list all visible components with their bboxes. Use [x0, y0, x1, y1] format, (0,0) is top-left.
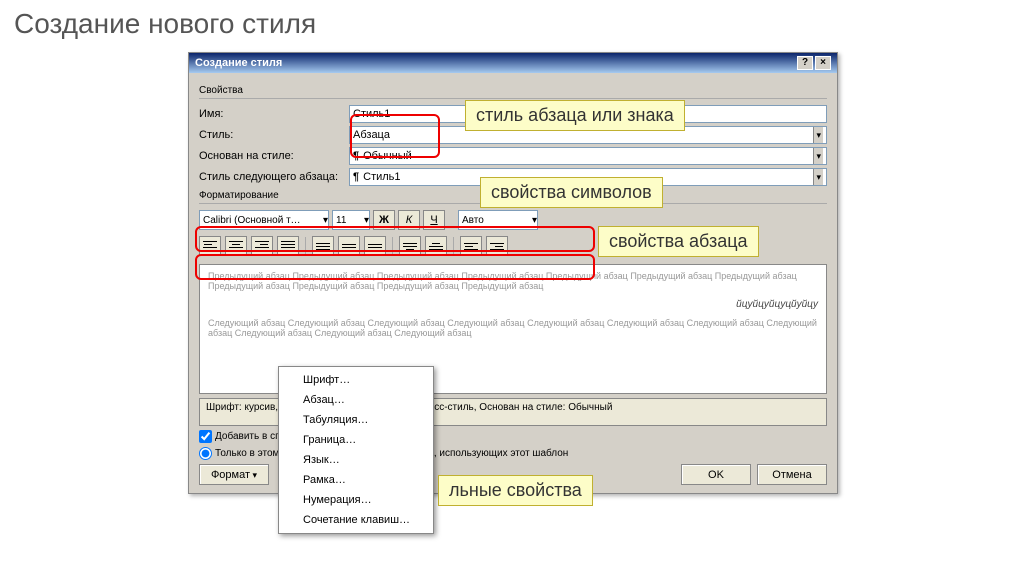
menu-frame[interactable]: Рамка…: [279, 470, 433, 490]
style-type-label: Стиль:: [199, 129, 349, 141]
callout-style-type: стиль абзаца или знака: [465, 100, 685, 131]
ok-button[interactable]: OK: [681, 464, 751, 485]
close-button[interactable]: ×: [815, 56, 831, 70]
format-menu: Шрифт… Абзац… Табуляция… Граница… Язык… …: [278, 366, 434, 534]
size-select[interactable]: 11▾: [332, 210, 370, 230]
page-title: Создание нового стиля: [0, 0, 1024, 48]
space-before-dec-button[interactable]: [425, 236, 447, 256]
cancel-button[interactable]: Отмена: [757, 464, 827, 485]
group-properties-label: Свойства: [199, 85, 827, 96]
align-center-button[interactable]: [225, 236, 247, 256]
indent-inc-button[interactable]: [486, 236, 508, 256]
linespace-15-button[interactable]: [338, 236, 360, 256]
preview-prev-text: Предыдущий абзац Предыдущий абзац Предыд…: [208, 271, 818, 291]
help-button[interactable]: ?: [797, 56, 813, 70]
menu-numbering[interactable]: Нумерация…: [279, 490, 433, 510]
bold-button[interactable]: Ж: [373, 210, 395, 230]
linespace-1-button[interactable]: [312, 236, 334, 256]
only-this-doc-radio[interactable]: [199, 447, 212, 460]
based-on-select[interactable]: Обычный▾: [349, 147, 827, 165]
titlebar-text: Создание стиля: [195, 57, 282, 69]
align-justify-button[interactable]: [277, 236, 299, 256]
menu-language[interactable]: Язык…: [279, 450, 433, 470]
space-before-inc-button[interactable]: [399, 236, 421, 256]
underline-button[interactable]: Ч: [423, 210, 445, 230]
menu-paragraph[interactable]: Абзац…: [279, 390, 433, 410]
add-to-quick-checkbox[interactable]: [199, 430, 212, 443]
callout-para-props: свойства абзаца: [598, 226, 759, 257]
indent-dec-button[interactable]: [460, 236, 482, 256]
preview-sample-text: йцуйцуйцуцйуйцу: [208, 299, 818, 310]
menu-tabs[interactable]: Табуляция…: [279, 410, 433, 430]
italic-button[interactable]: К: [398, 210, 420, 230]
menu-border[interactable]: Граница…: [279, 430, 433, 450]
based-on-label: Основан на стиле:: [199, 150, 349, 162]
callout-char-props: свойства символов: [480, 177, 663, 208]
menu-font[interactable]: Шрифт…: [279, 370, 433, 390]
align-right-button[interactable]: [251, 236, 273, 256]
name-label: Имя:: [199, 108, 349, 120]
color-select[interactable]: Авто▾: [458, 210, 538, 230]
titlebar: Создание стиля ? ×: [189, 53, 837, 73]
callout-extra-props: льные свойства: [438, 475, 593, 506]
linespace-2-button[interactable]: [364, 236, 386, 256]
format-button[interactable]: Формат: [199, 464, 269, 485]
align-left-button[interactable]: [199, 236, 221, 256]
next-style-label: Стиль следующего абзаца:: [199, 171, 349, 183]
font-select[interactable]: Calibri (Основной текст)▾: [199, 210, 329, 230]
preview-next-text: Следующий абзац Следующий абзац Следующи…: [208, 318, 818, 338]
menu-shortcut[interactable]: Сочетание клавиш…: [279, 510, 433, 530]
